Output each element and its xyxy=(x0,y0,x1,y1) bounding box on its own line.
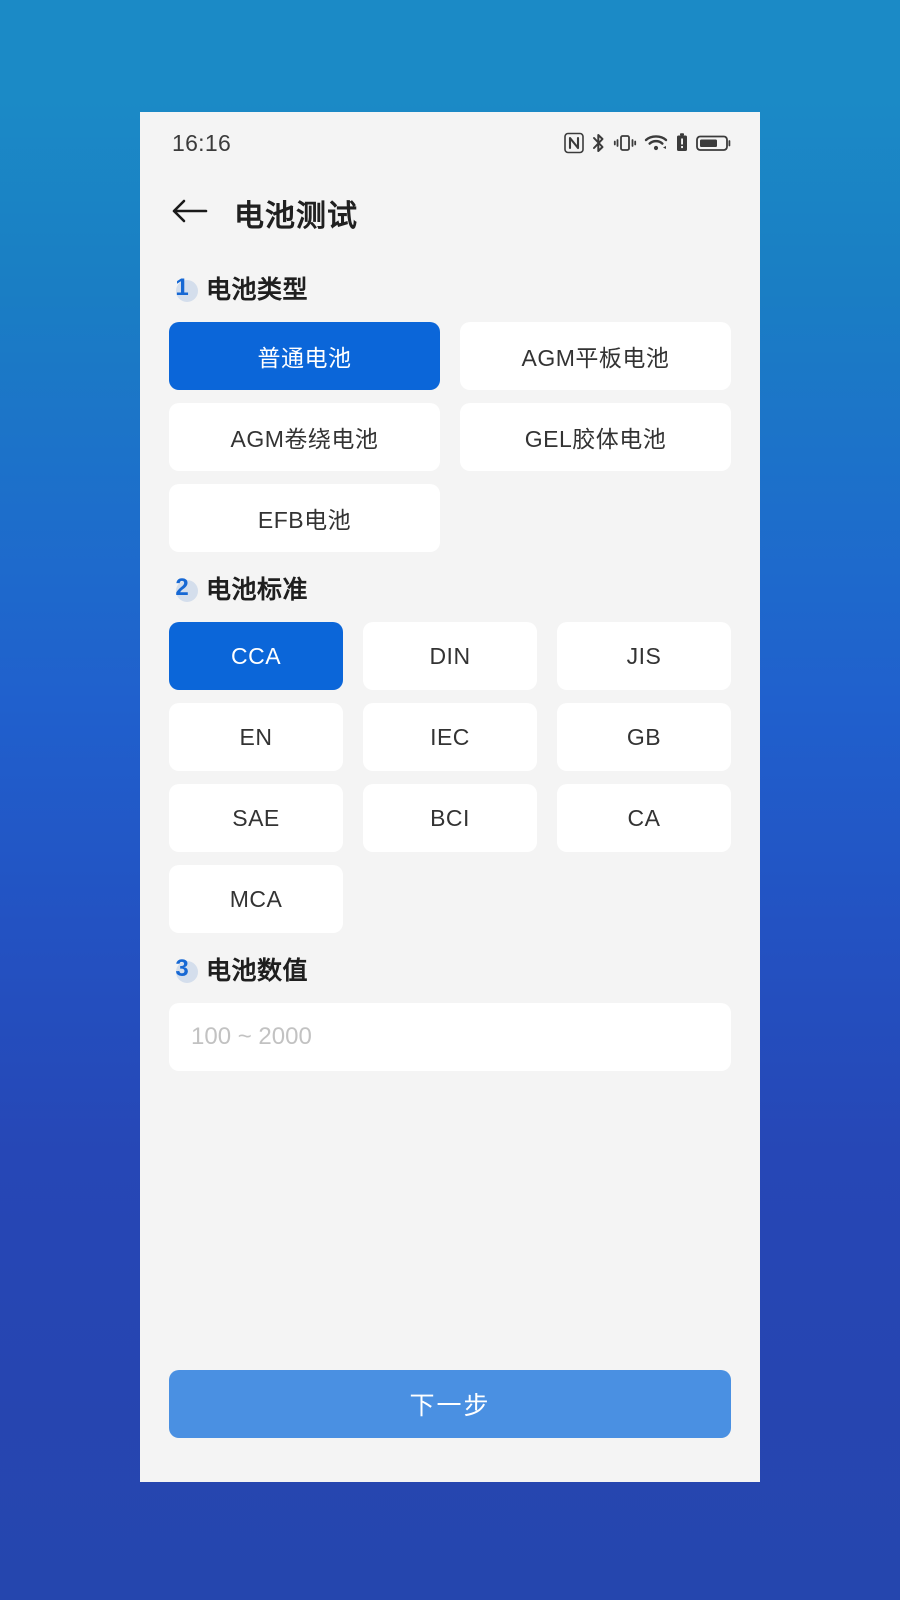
section-header-battery-standard: 2 电池标准 xyxy=(140,570,760,606)
option-battery-standard-7[interactable]: BCI xyxy=(363,784,537,852)
option-battery-standard-8[interactable]: CA xyxy=(557,784,731,852)
status-bar-clock: 16:16 xyxy=(172,129,232,156)
option-battery-type-4[interactable]: EFB电池 xyxy=(169,484,440,552)
battery-standard-options: CCA DIN JIS EN IEC GB SAE BCI CA MCA xyxy=(140,622,760,933)
phone-screen: 16:16 电池测试 1 电池类型 普通电池 AGM平板电池 AGM卷绕电池 G… xyxy=(140,112,760,1482)
step-number: 3 xyxy=(175,955,189,982)
back-button[interactable] xyxy=(168,191,212,235)
next-step-button[interactable]: 下一步 xyxy=(169,1370,731,1438)
option-battery-standard-4[interactable]: IEC xyxy=(363,703,537,771)
section-title-battery-type: 电池类型 xyxy=(206,276,309,304)
status-bar: 16:16 xyxy=(140,112,760,174)
wifi-icon xyxy=(644,132,668,154)
battery-value-input-wrap xyxy=(140,1003,760,1071)
page-title: 电池测试 xyxy=(234,200,358,233)
step-badge-1: 1 xyxy=(169,273,198,303)
vibrate-icon xyxy=(613,132,637,154)
battery-alert-icon xyxy=(675,132,689,154)
step-number: 1 xyxy=(175,274,189,301)
bluetooth-icon xyxy=(591,132,606,154)
footer-bar: 下一步 xyxy=(140,1370,760,1482)
app-header: 电池测试 xyxy=(140,174,760,252)
option-battery-type-2[interactable]: AGM卷绕电池 xyxy=(169,403,440,471)
option-battery-standard-3[interactable]: EN xyxy=(169,703,343,771)
back-arrow-icon xyxy=(171,197,209,230)
step-badge-3: 3 xyxy=(169,954,198,984)
section-header-battery-type: 1 电池类型 xyxy=(140,270,760,306)
option-battery-standard-9[interactable]: MCA xyxy=(169,865,343,933)
battery-icon xyxy=(696,132,732,154)
step-badge-2: 2 xyxy=(169,573,198,603)
option-battery-standard-2[interactable]: JIS xyxy=(557,622,731,690)
option-battery-standard-0[interactable]: CCA xyxy=(169,622,343,690)
status-bar-icons xyxy=(564,132,732,154)
option-battery-type-1[interactable]: AGM平板电池 xyxy=(460,322,731,390)
battery-value-input[interactable] xyxy=(169,1003,731,1071)
section-title-battery-standard: 电池标准 xyxy=(206,576,309,604)
nfc-icon xyxy=(564,132,584,154)
option-battery-type-3[interactable]: GEL胶体电池 xyxy=(460,403,731,471)
option-battery-standard-5[interactable]: GB xyxy=(557,703,731,771)
battery-type-options: 普通电池 AGM平板电池 AGM卷绕电池 GEL胶体电池 EFB电池 xyxy=(140,322,760,552)
step-number: 2 xyxy=(175,574,189,601)
section-header-battery-value: 3 电池数值 xyxy=(140,951,760,987)
option-battery-type-0[interactable]: 普通电池 xyxy=(169,322,440,390)
option-battery-standard-1[interactable]: DIN xyxy=(363,622,537,690)
section-title-battery-value: 电池数值 xyxy=(206,957,309,985)
option-battery-standard-6[interactable]: SAE xyxy=(169,784,343,852)
